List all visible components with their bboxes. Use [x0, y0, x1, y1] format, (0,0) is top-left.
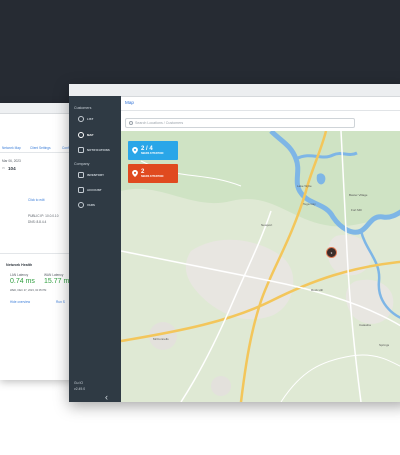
map-label-springs: Springs [379, 343, 390, 347]
map-label-newport: Newport [261, 223, 272, 227]
collapse-sidebar-chevron-icon[interactable]: ‹ [105, 392, 108, 402]
bg-tab-conf[interactable]: Conf [62, 146, 69, 150]
bg-tab-client-settings[interactable]: Client Settings [30, 146, 51, 150]
card-label: NEEDS ATTENTION [141, 175, 164, 178]
sidebar-item-label: ACCOUNT [87, 188, 102, 192]
bg-box-icon: ▭ [2, 166, 6, 170]
people-icon [78, 116, 84, 122]
sidebar-item-inventory[interactable]: INVENTORY [78, 171, 104, 179]
bg-wan-latency-label: WAN Latency [44, 273, 64, 277]
map-cluster-marker[interactable]: 3 [326, 247, 337, 258]
sidebar-item-map[interactable]: MAP [78, 131, 94, 139]
bg-health-timestamp: WED, DEC 27, 2023, 02:05 PM [10, 289, 47, 292]
bg-wan-latency-value: 15.77 m [44, 278, 70, 285]
main-app-window: Customers LIST MAP NOTIFICATIONS Company… [69, 84, 400, 402]
sidebar-user-name: Gu IO [74, 381, 84, 385]
map-label-mcconnells: McConnells [153, 337, 169, 341]
sidebar-item-label: INVENTORY [87, 173, 105, 177]
sidebar-item-account[interactable]: ACCOUNT [78, 186, 102, 194]
page-title: Map [125, 100, 134, 105]
sidebar-item-label: VARS [87, 203, 95, 207]
map-label-baxter-village: Baxter Village [349, 193, 368, 197]
box-icon [78, 172, 84, 178]
globe-icon [78, 132, 84, 138]
bg-edit-link[interactable]: Click to edit [28, 198, 44, 202]
search-input[interactable] [135, 121, 335, 125]
search-box[interactable] [125, 118, 355, 128]
sidebar-item-list[interactable]: LIST [78, 115, 93, 123]
map-label-tega-cay: Tega Cay [303, 202, 316, 206]
bg-detail-dns: DNS: 8.8.4.4 [28, 220, 47, 224]
bg-tab-divider [0, 152, 80, 153]
map-town-south [211, 376, 231, 396]
building-icon [78, 187, 84, 193]
sidebar-item-vars[interactable]: VARS [78, 201, 95, 209]
marker-count: 3 [330, 250, 333, 255]
title-divider [121, 110, 400, 111]
location-pin-icon [132, 170, 138, 177]
sidebar-item-label: LIST [87, 117, 94, 121]
bg-header-date: Mar 06, 2023 [2, 159, 21, 163]
needs-attention-card[interactable]: 2 NEEDS ATTENTION [128, 164, 178, 183]
database-icon [78, 202, 84, 208]
background-window-titlebar [0, 103, 80, 114]
bg-lan-latency-label: LAN Latency [10, 273, 29, 277]
sidebar-version: v2.49.0 [74, 387, 86, 391]
bg-network-health-title: Network Health [6, 263, 33, 267]
card-label: NEEDS ATTENTION [141, 152, 164, 155]
sidebar-item-label: NOTIFICATIONS [87, 148, 110, 152]
needs-attention-card-partial[interactable]: 2 / 4 NEEDS ATTENTION [128, 141, 178, 160]
map-label-lake-wylie: Lake Wylie [297, 184, 312, 188]
bg-hide-overview-link[interactable]: Hide overview [10, 300, 30, 304]
background-app-window: Network Map Client Settings Conf Mar 06,… [0, 103, 80, 380]
bg-lan-latency-value: 0.74 ms [10, 278, 35, 285]
bg-run-link[interactable]: Run S [56, 300, 65, 304]
sidebar: Customers LIST MAP NOTIFICATIONS Company… [69, 96, 121, 402]
bg-tab-network-map[interactable]: Network Map [2, 146, 21, 150]
sidebar-item-notifications[interactable]: NOTIFICATIONS [78, 146, 110, 154]
map-label-rock-hill: Rock Hill [311, 288, 323, 292]
bell-icon [78, 147, 84, 153]
location-pin-icon [132, 147, 138, 154]
map-label-fort-mill: Fort Mill [351, 208, 362, 212]
bg-detail-ip: PUBLIC IP: 10.0.0.10 [28, 214, 59, 218]
sidebar-section-company: Company [74, 162, 90, 166]
bg-section-divider [0, 253, 80, 254]
search-icon [129, 121, 133, 125]
map-label-catawba: Catawba [359, 323, 371, 327]
sidebar-section-customers: Customers [74, 106, 92, 110]
sidebar-item-label: MAP [87, 133, 94, 137]
bg-header-count: 104 [8, 166, 16, 171]
